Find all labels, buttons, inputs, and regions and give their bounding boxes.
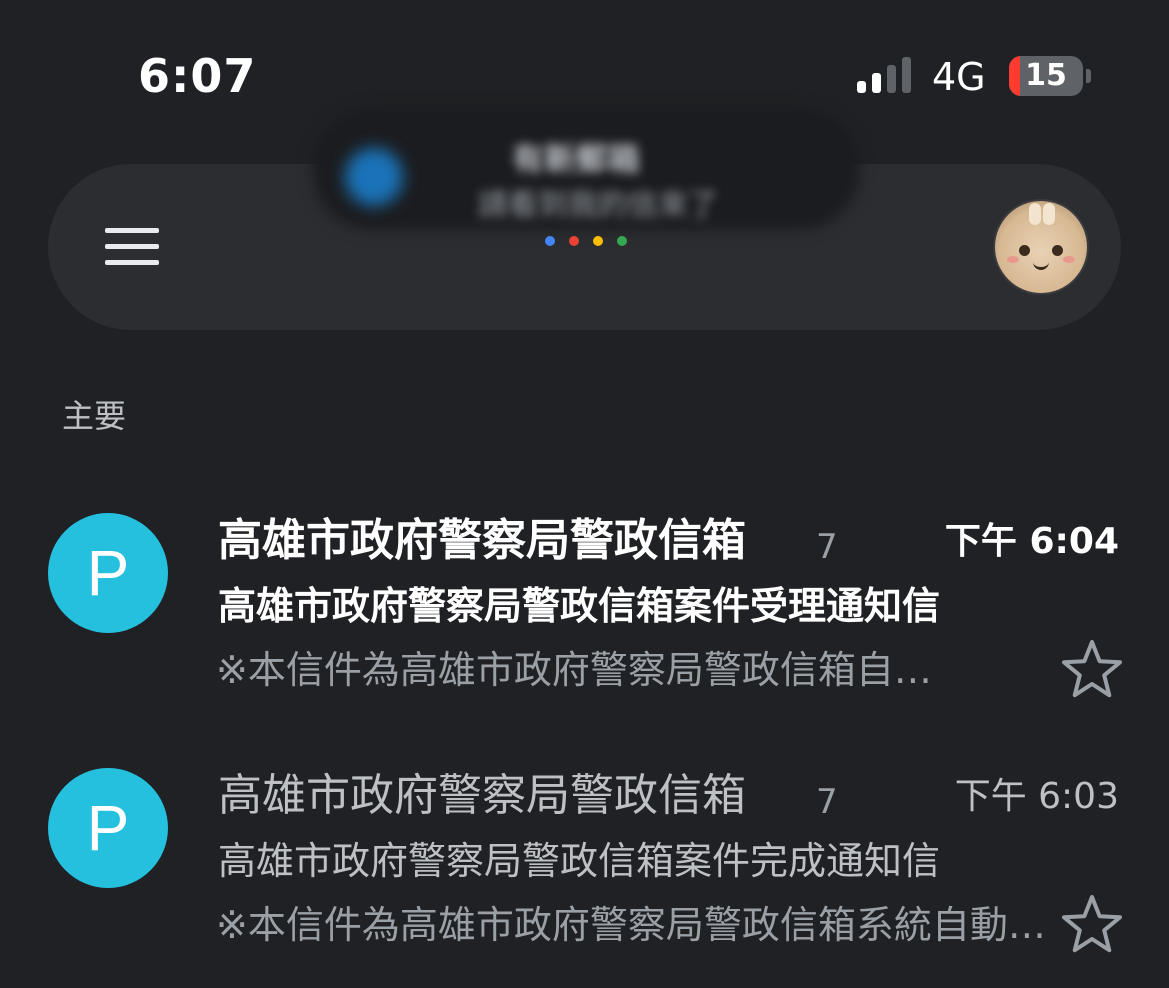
- notification-title: 有新郵箱: [512, 140, 641, 178]
- email-time: 下午 6:03: [954, 776, 1119, 817]
- battery-tip: [1086, 69, 1091, 83]
- email-sender: 高雄市政府警察局警政信箱: [218, 515, 746, 566]
- notification-app-icon: [345, 148, 403, 206]
- thread-count: 7: [816, 782, 838, 822]
- hamburger-menu-icon[interactable]: [105, 228, 159, 266]
- signal-bar: [872, 73, 881, 93]
- email-sender: 高雄市政府警察局警政信箱: [218, 770, 746, 821]
- assistant-dot: [593, 236, 603, 246]
- signal-bar: [887, 65, 896, 93]
- account-avatar[interactable]: [995, 201, 1087, 293]
- gmail-inbox-screen: 6:07 4G 15 有新郵箱 請看到我的信來了 主要 P 高雄市政府警察局警政…: [0, 0, 1169, 988]
- assistant-dot: [617, 236, 627, 246]
- email-subject: 高雄市政府警察局警政信箱案件受理通知信: [218, 584, 941, 628]
- section-label-primary: 主要: [62, 397, 127, 435]
- email-time: 下午 6:04: [944, 521, 1119, 562]
- cellular-signal-icon: [857, 57, 913, 93]
- email-row[interactable]: P 高雄市政府警察局警政信箱 7 下午 6:03 高雄市政府警察局警政信箱案件完…: [0, 768, 1169, 968]
- email-subject: 高雄市政府警察局警政信箱案件完成通知信: [218, 839, 941, 883]
- email-snippet: ※本信件為高雄市政府警察局警政信箱自…: [216, 648, 932, 692]
- status-time: 6:07: [138, 49, 257, 103]
- notification-subtitle: 請看到我的信來了: [478, 188, 718, 223]
- battery-level: 15: [1025, 58, 1067, 93]
- network-type: 4G: [932, 55, 986, 99]
- assistant-dot: [545, 236, 555, 246]
- sender-avatar[interactable]: P: [48, 768, 168, 888]
- battery-icon: 15: [1009, 56, 1083, 96]
- assistant-dot: [569, 236, 579, 246]
- sender-avatar[interactable]: P: [48, 513, 168, 633]
- signal-bar: [857, 81, 866, 93]
- thread-count: 7: [816, 527, 838, 567]
- star-icon[interactable]: [1060, 892, 1124, 956]
- email-snippet: ※本信件為高雄市政府警察局警政信箱系統自動…: [216, 903, 1046, 947]
- signal-bar: [902, 57, 911, 93]
- email-row[interactable]: P 高雄市政府警察局警政信箱 7 下午 6:04 高雄市政府警察局警政信箱案件受…: [0, 513, 1169, 713]
- star-icon[interactable]: [1060, 637, 1124, 701]
